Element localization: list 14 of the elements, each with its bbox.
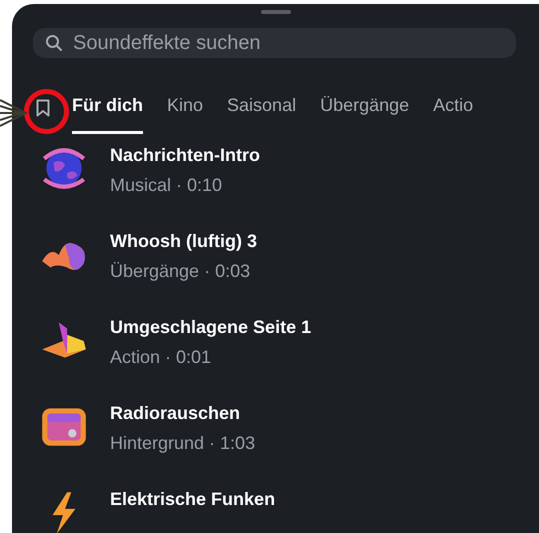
category-tab[interactable]: Für dich	[72, 92, 143, 134]
category-tab[interactable]: Kino	[167, 92, 204, 134]
sound-details: Übergänge · 0:03	[110, 260, 252, 282]
sound-title: Umgeschlagene Seite 1	[110, 316, 312, 338]
sound-title: Nachrichten-Intro	[110, 144, 260, 166]
sound-details: Action · 0:01	[110, 346, 212, 368]
sound-title: Radiorauschen	[110, 402, 242, 424]
sound-details: Hintergrund · 1:03	[110, 432, 256, 454]
sound-details: Musical · 0:10	[110, 174, 224, 196]
category-tab[interactable]: Übergänge	[320, 92, 410, 134]
category-tab[interactable]: Actio	[433, 92, 474, 134]
sound-title: Whoosh (luftig) 3	[110, 230, 257, 252]
sound-title: Elektrische Funken	[110, 488, 276, 510]
category-tab[interactable]: Saisonal	[227, 92, 296, 134]
